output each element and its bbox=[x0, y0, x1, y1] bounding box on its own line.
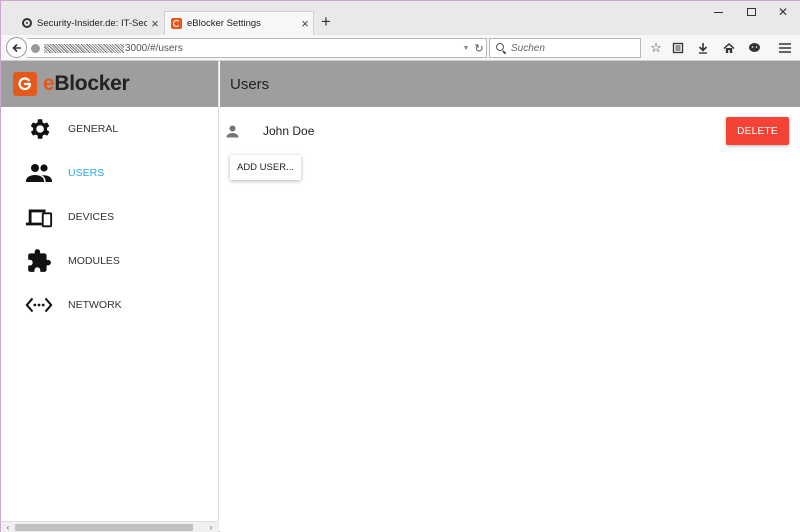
sidebar-item-label: DEVICES bbox=[68, 211, 115, 223]
url-history-dropdown-icon[interactable]: ▼ bbox=[460, 45, 472, 52]
sidebar-item-network[interactable]: NETWORK bbox=[1, 283, 218, 327]
sidebar-horizontal-scrollbar[interactable]: ‹ › bbox=[1, 521, 219, 532]
sidebar-item-devices[interactable]: DEVICES bbox=[1, 195, 218, 239]
tab-title: eBlocker Settings bbox=[187, 18, 261, 29]
bookmark-star-icon[interactable]: ☆ bbox=[646, 39, 666, 57]
brand-name-suffix: Blocker bbox=[54, 72, 130, 95]
browser-nav-bar: 3000/#/users ▼ ↻ Suchen ☆ bbox=[1, 35, 800, 61]
eblocker-logo-icon bbox=[13, 72, 37, 96]
download-icon[interactable] bbox=[693, 39, 713, 57]
browser-tab-strip: Security-Insider.de: IT-Sec... × eBlocke… bbox=[1, 1, 800, 35]
chat-icon[interactable] bbox=[744, 39, 764, 57]
new-tab-icon[interactable]: + bbox=[318, 13, 334, 31]
page-title-bar: Users bbox=[220, 61, 800, 107]
hamburger-menu-icon[interactable] bbox=[775, 39, 795, 57]
sidebar-item-label: GENERAL bbox=[68, 123, 119, 135]
eblocker-icon bbox=[171, 18, 182, 29]
network-icon bbox=[25, 291, 53, 319]
minimize-window-icon[interactable] bbox=[701, 3, 735, 21]
tab-title: Security-Insider.de: IT-Sec... bbox=[37, 17, 147, 29]
eblocker-page: eBlocker GENERAL USERS DEVICES MODULES N… bbox=[1, 61, 800, 532]
site-info-icon[interactable] bbox=[31, 43, 40, 53]
people-icon bbox=[25, 159, 53, 187]
gear-icon bbox=[25, 115, 53, 143]
sidebar-item-label: MODULES bbox=[68, 255, 120, 267]
url-redacted-host bbox=[44, 43, 124, 53]
delete-user-button[interactable]: DELETE bbox=[726, 117, 789, 145]
scroll-right-icon[interactable]: › bbox=[205, 522, 217, 532]
page-title: Users bbox=[230, 75, 270, 93]
search-icon bbox=[495, 42, 507, 54]
brand-name: eBlocker bbox=[43, 72, 130, 96]
sidebar-item-modules[interactable]: MODULES bbox=[1, 239, 218, 283]
puzzle-icon bbox=[25, 247, 53, 275]
close-tab-icon[interactable]: × bbox=[297, 17, 313, 30]
maximize-window-icon[interactable] bbox=[734, 3, 768, 21]
sidebar-item-label: USERS bbox=[68, 167, 105, 179]
browser-tab-eblocker-settings[interactable]: eBlocker Settings × bbox=[164, 11, 314, 35]
scrollbar-thumb[interactable] bbox=[15, 524, 193, 531]
brand-bar: eBlocker bbox=[1, 61, 218, 107]
user-name: John Doe bbox=[263, 124, 315, 138]
sidebar: eBlocker GENERAL USERS DEVICES MODULES N… bbox=[1, 61, 219, 532]
main-content: Users John Doe DELETE ADD USER... bbox=[220, 61, 800, 532]
browser-tab-security-insider[interactable]: Security-Insider.de: IT-Sec... × bbox=[15, 11, 163, 35]
person-icon bbox=[226, 125, 239, 143]
search-placeholder: Suchen bbox=[511, 42, 545, 54]
close-window-icon[interactable]: ✕ bbox=[766, 3, 800, 21]
reload-icon[interactable]: ↻ bbox=[472, 42, 486, 55]
sidebar-item-users[interactable]: USERS bbox=[1, 151, 218, 195]
search-bar[interactable]: Suchen bbox=[489, 38, 641, 58]
user-list-item: John Doe DELETE bbox=[220, 107, 800, 155]
devices-icon bbox=[25, 203, 53, 231]
address-bar[interactable]: 3000/#/users ▼ ↻ bbox=[27, 38, 487, 58]
back-icon[interactable] bbox=[6, 37, 27, 58]
add-user-button[interactable]: ADD USER... bbox=[230, 155, 301, 180]
close-tab-icon[interactable]: × bbox=[147, 17, 163, 30]
scroll-left-icon[interactable]: ‹ bbox=[2, 522, 14, 532]
home-icon[interactable] bbox=[719, 39, 739, 57]
brand-name-prefix: e bbox=[43, 72, 55, 95]
url-text: 3000/#/users bbox=[125, 42, 183, 54]
sidebar-item-general[interactable]: GENERAL bbox=[1, 107, 218, 151]
reading-list-icon[interactable] bbox=[668, 39, 688, 57]
sidebar-item-label: NETWORK bbox=[68, 299, 122, 311]
globe-icon bbox=[21, 18, 32, 29]
